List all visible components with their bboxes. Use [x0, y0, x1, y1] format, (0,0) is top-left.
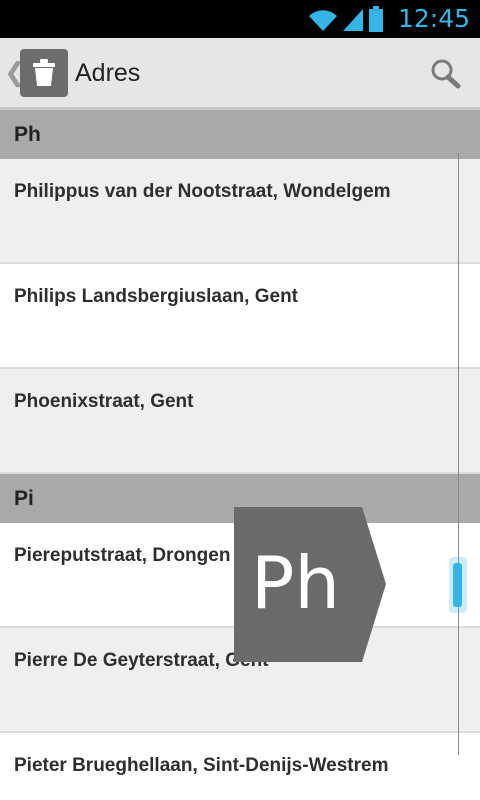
list-item-label: Philips Landsbergiuslaan, Gent	[14, 286, 298, 307]
fast-scroll-preview: Ph	[234, 507, 386, 662]
page-title: Adres	[75, 59, 141, 87]
wifi-icon	[309, 10, 337, 31]
battery-icon	[369, 6, 383, 32]
status-icons	[308, 6, 384, 32]
trash-icon	[33, 59, 55, 86]
list-item-label: Pierre De Geyterstraat, Gent	[14, 650, 269, 671]
preview-letter: Ph	[251, 541, 341, 625]
list-item-label: Pieter Brueghellaan, Sint-Denijs-Westrem	[14, 755, 389, 776]
clock: 12:45	[397, 4, 470, 33]
search-icon	[431, 59, 461, 89]
list-item[interactable]: Pieter Brueghellaan, Sint-Denijs-Westrem	[0, 733, 480, 800]
signal-icon	[343, 9, 363, 31]
list-item-label: Phoenixstraat, Gent	[14, 391, 194, 412]
section-header-ph: Ph	[0, 110, 480, 159]
section-header-label: Ph	[14, 123, 41, 146]
section-header-label: Pi	[14, 487, 34, 510]
fast-scroll-track[interactable]	[458, 153, 459, 755]
status-bar: 12:45	[0, 0, 480, 38]
list-item[interactable]: Philippus van der Nootstraat, Wondelgem	[0, 159, 480, 264]
action-bar: ❮ Adres	[0, 38, 480, 110]
list-item[interactable]: Phoenixstraat, Gent	[0, 369, 480, 474]
list-item-label: Piereputstraat, Drongen	[14, 545, 231, 566]
search-button[interactable]	[426, 56, 466, 92]
list-item[interactable]: Philips Landsbergiuslaan, Gent	[0, 264, 480, 369]
list-item-label: Philippus van der Nootstraat, Wondelgem	[14, 181, 391, 202]
app-icon[interactable]	[20, 49, 68, 97]
preview-arrow	[362, 507, 386, 662]
fast-scroll-thumb[interactable]	[453, 563, 462, 607]
address-list[interactable]: Ph Philippus van der Nootstraat, Wondelg…	[0, 110, 480, 800]
